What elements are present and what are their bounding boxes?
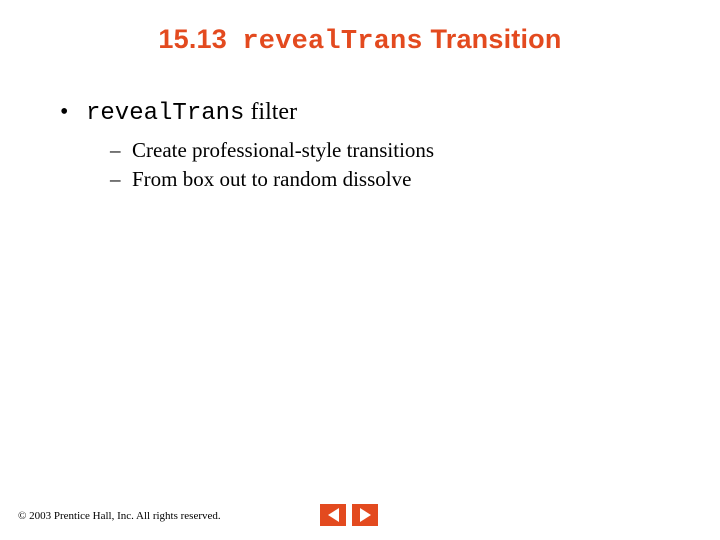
prev-slide-button[interactable] [320, 504, 346, 526]
slide-body: •revealTrans filter –Create professional… [60, 96, 680, 193]
slide-title: 15.13 revealTrans Transition [0, 24, 720, 57]
title-rest: Transition [431, 24, 562, 54]
title-code: revealTrans [242, 27, 422, 57]
dash-glyph: – [110, 136, 132, 164]
bullet-level-2: –Create professional-style transitions [110, 136, 680, 164]
triangle-right-icon [360, 508, 371, 522]
triangle-left-icon [328, 508, 339, 522]
sub-bullet-text: From box out to random dissolve [132, 167, 411, 191]
bullet-glyph: • [60, 96, 86, 128]
copyright-footer: © 2003 Prentice Hall, Inc. All rights re… [18, 510, 221, 522]
sub-bullet-text: Create professional-style transitions [132, 138, 434, 162]
slide-nav [320, 504, 378, 526]
next-slide-button[interactable] [352, 504, 378, 526]
bullet-after: filter [250, 99, 297, 125]
dash-glyph: – [110, 165, 132, 193]
title-section-number: 15.13 [158, 24, 227, 54]
bullet-level-1: •revealTrans filter [60, 96, 680, 130]
bullet-level-2: –From box out to random dissolve [110, 165, 680, 193]
bullet-code: revealTrans [86, 100, 244, 127]
